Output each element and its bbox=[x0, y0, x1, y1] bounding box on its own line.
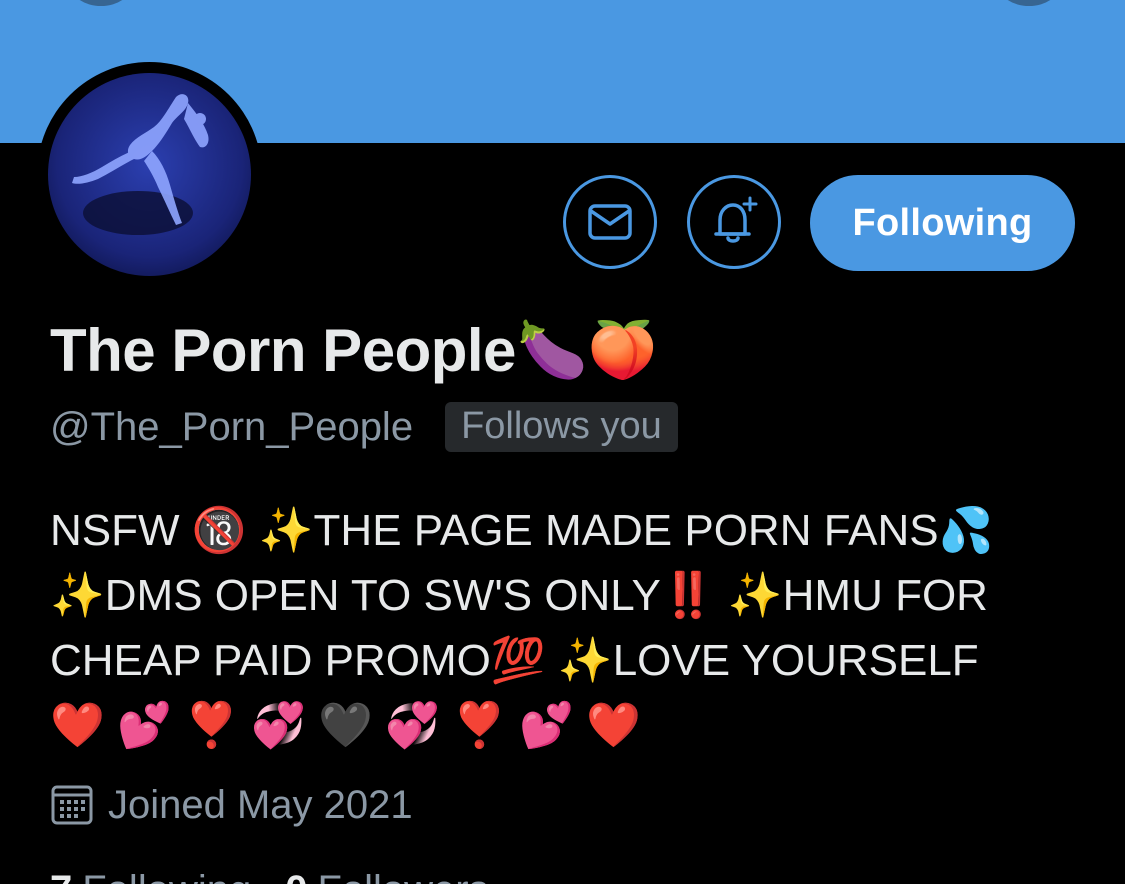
envelope-icon bbox=[588, 204, 632, 240]
profile-page: Following The Porn People 🍆🍑 @The_Porn_P… bbox=[0, 0, 1125, 884]
display-name-row: The Porn People 🍆🍑 bbox=[50, 310, 657, 390]
joined-date-row: Joined May 2021 bbox=[50, 778, 413, 832]
bio-line: NSFW 🔞 ✨THE PAGE MADE PORN FANS💦 bbox=[50, 506, 994, 555]
following-count[interactable]: 7 bbox=[50, 868, 72, 884]
name-emoji: 🍆🍑 bbox=[517, 318, 658, 381]
profile-avatar-image bbox=[48, 73, 251, 276]
user-handle: @The_Porn_People bbox=[50, 404, 414, 449]
following-link[interactable]: Following bbox=[82, 868, 251, 884]
handle-row: @The_Porn_People Follows you bbox=[50, 400, 678, 454]
back-icon[interactable] bbox=[70, 0, 132, 6]
bell-plus-icon bbox=[714, 196, 758, 243]
follow-stats: 7 Following 0 Followers bbox=[50, 868, 523, 884]
notifications-button[interactable] bbox=[687, 175, 781, 269]
followers-link[interactable]: Followers bbox=[317, 868, 488, 884]
follows-you-badge: Follows you bbox=[445, 402, 678, 452]
bio-line: CHEAP PAID PROMO💯 ✨LOVE YOURSELF bbox=[50, 636, 979, 685]
joined-date: Joined May 2021 bbox=[108, 782, 413, 827]
message-button[interactable] bbox=[563, 175, 657, 269]
display-name: The Porn People bbox=[50, 316, 516, 384]
profile-bio: NSFW 🔞 ✨THE PAGE MADE PORN FANS💦 ✨DMS OP… bbox=[50, 498, 1090, 758]
calendar-icon bbox=[51, 785, 93, 825]
avatar[interactable] bbox=[48, 73, 251, 276]
following-button[interactable]: Following bbox=[810, 175, 1075, 271]
more-icon[interactable] bbox=[998, 0, 1060, 6]
bio-line: ✨DMS OPEN TO SW'S ONLY‼️ ✨HMU FOR bbox=[50, 571, 988, 620]
followers-count[interactable]: 0 bbox=[285, 868, 307, 884]
bio-line: ❤️ 💕 ❣️ 💞 🖤 💞 ❣️ 💕 ❤️ bbox=[50, 701, 641, 750]
